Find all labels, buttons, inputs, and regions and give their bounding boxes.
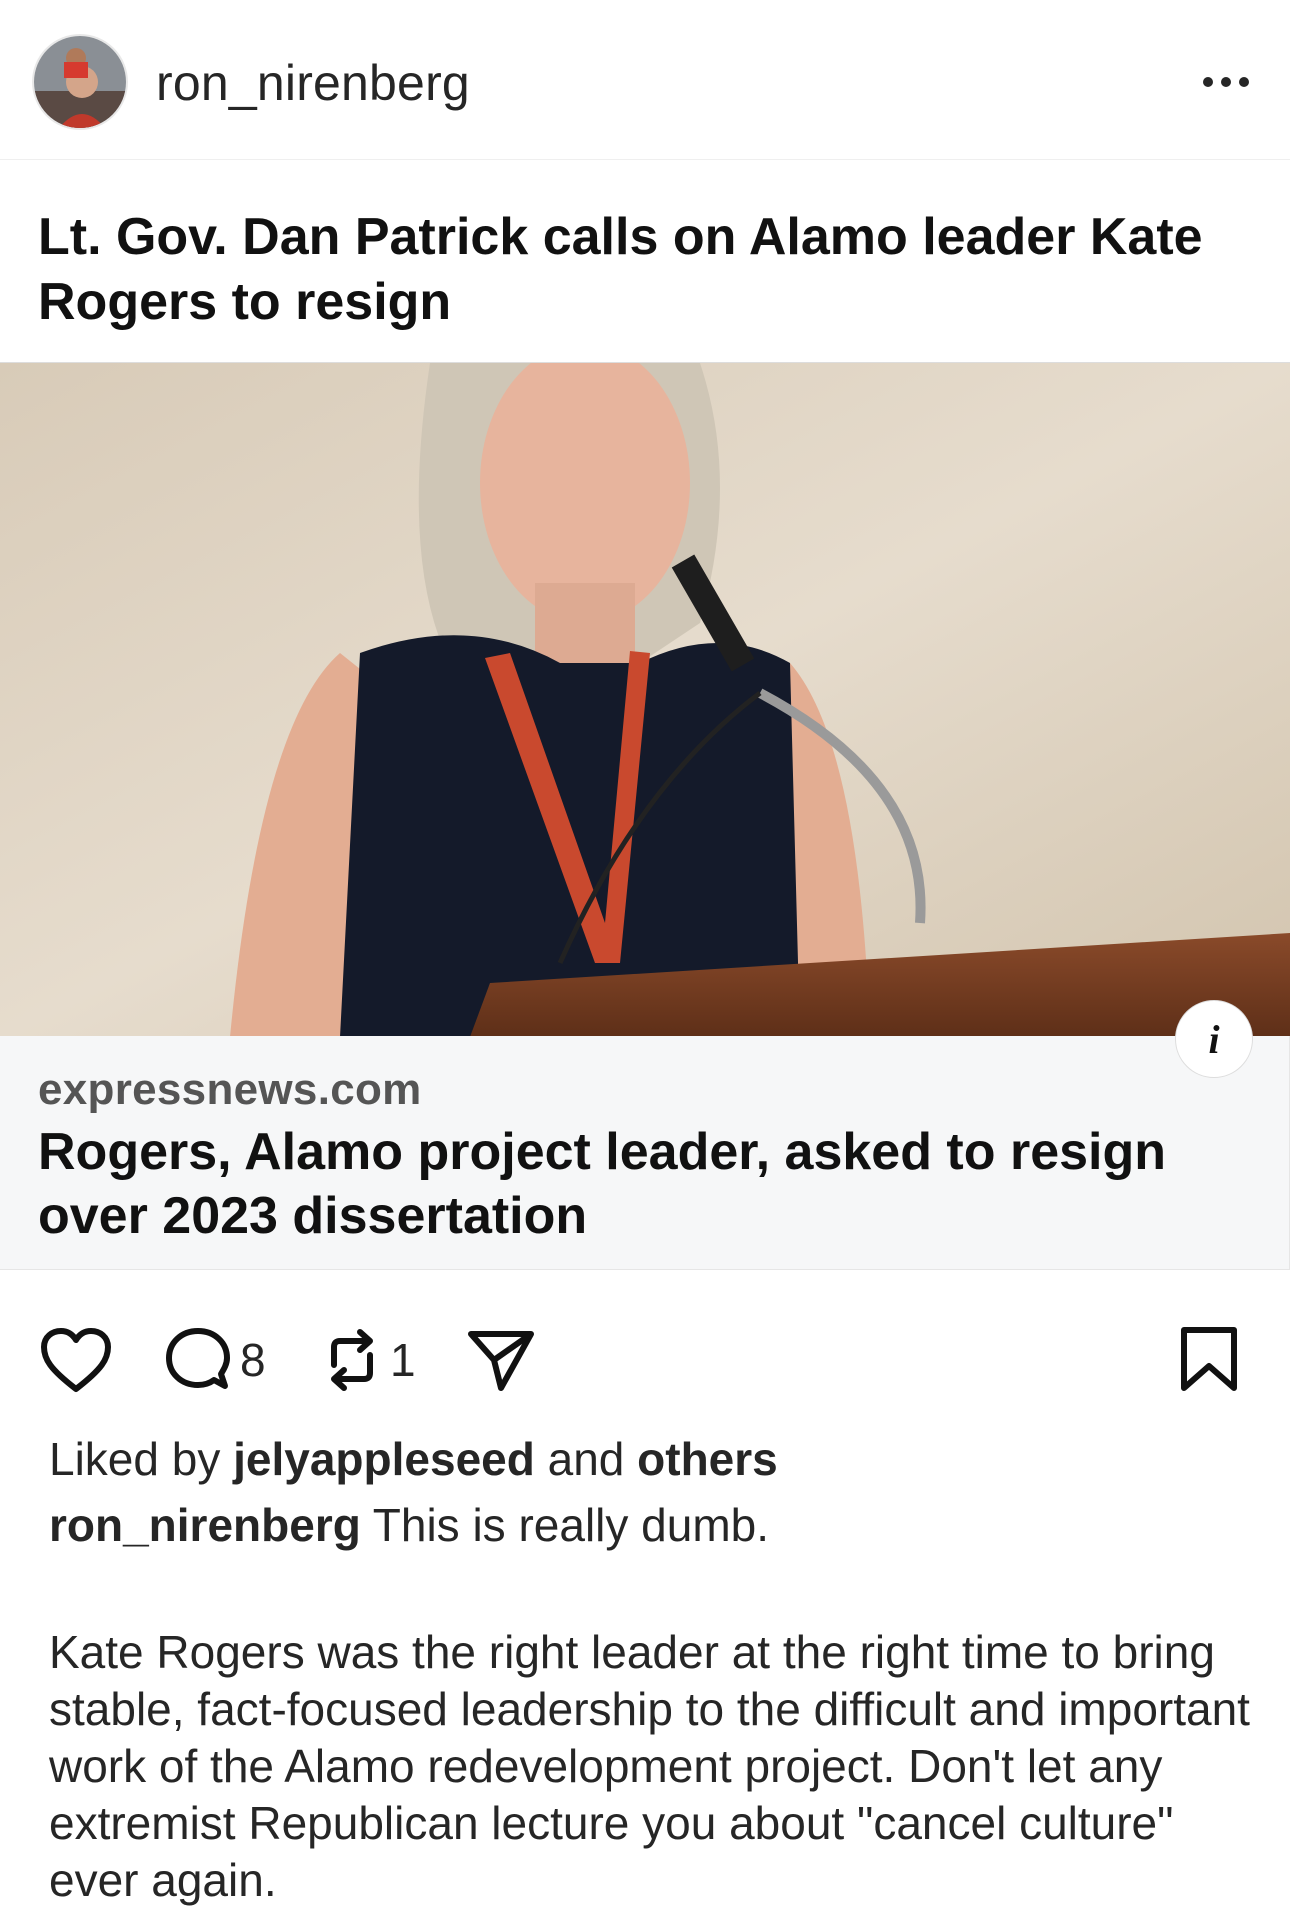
speaker-at-podium-image xyxy=(0,363,1290,1036)
caption-body: Kate Rogers was the right leader at the … xyxy=(49,1626,1250,1906)
action-bar: 8 1 xyxy=(0,1320,1290,1400)
repost-button[interactable]: 1 xyxy=(322,1320,416,1400)
avatar[interactable] xyxy=(32,34,128,130)
share-button[interactable] xyxy=(466,1320,536,1400)
heart-icon xyxy=(41,1328,111,1392)
avatar-image xyxy=(34,36,126,128)
comment-icon xyxy=(166,1328,230,1389)
likes-prefix: Liked by xyxy=(49,1433,221,1485)
like-button[interactable] xyxy=(40,1320,112,1400)
caption-username[interactable]: ron_nirenberg xyxy=(49,1499,361,1551)
reposts-count: 1 xyxy=(390,1334,416,1386)
more-options-icon[interactable] xyxy=(1196,50,1256,110)
caption-text: This is really dumb. xyxy=(372,1499,770,1551)
save-button[interactable] xyxy=(1178,1320,1240,1400)
bookmark-icon xyxy=(1181,1327,1237,1391)
caption: ron_nirenberg This is really dumb. xyxy=(49,1498,769,1552)
likes-middle: and xyxy=(547,1433,625,1485)
article-photo[interactable] xyxy=(0,362,1290,1036)
likes-others-link[interactable]: others xyxy=(637,1433,778,1485)
info-button[interactable]: i xyxy=(1175,1000,1253,1078)
liker-username[interactable]: jelyappleseed xyxy=(233,1433,535,1485)
post-header: ron_nirenberg xyxy=(0,0,1290,160)
username[interactable]: ron_nirenberg xyxy=(156,54,470,112)
link-domain: expressnews.com xyxy=(38,1065,422,1114)
comments-count: 8 xyxy=(240,1334,266,1386)
comment-button[interactable]: 8 xyxy=(164,1320,266,1400)
post-title: Lt. Gov. Dan Patrick calls on Alamo lead… xyxy=(38,208,1203,331)
repost-icon xyxy=(331,1329,373,1391)
likes-summary: Liked by jelyappleseed and others xyxy=(49,1432,778,1486)
send-icon xyxy=(468,1331,534,1391)
link-headline[interactable]: Rogers, Alamo project leader, asked to r… xyxy=(38,1120,1238,1248)
